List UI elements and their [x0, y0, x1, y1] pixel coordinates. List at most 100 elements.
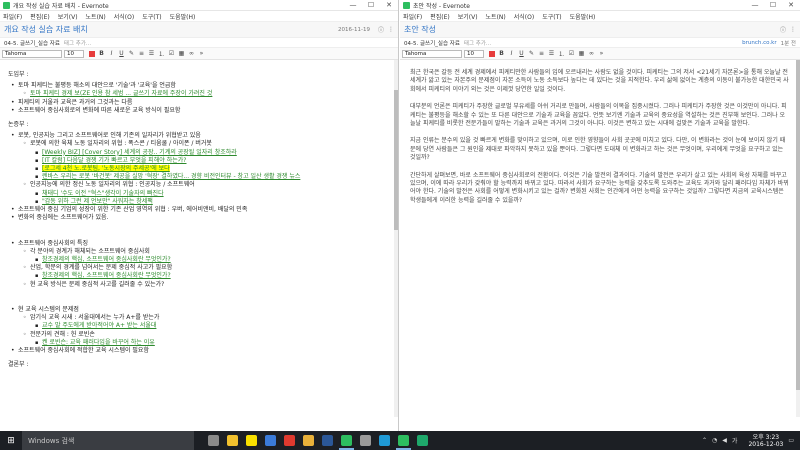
scroll-thumb[interactable] [796, 60, 800, 390]
bold-icon[interactable]: B [497, 49, 506, 58]
outline-link[interactable]: [IT 칼럼] 다음달 경쟁 기가 빠르고 부엇을 피해야 하는가? [42, 157, 186, 164]
font-size-select[interactable]: 10 [64, 49, 84, 58]
font-family-select[interactable]: Tahoma [402, 49, 462, 58]
menu-item[interactable]: 서식(O) [114, 12, 134, 21]
menu-item[interactable]: 노트(N) [86, 12, 106, 21]
windows-start-icon[interactable]: ⊞ [0, 431, 22, 450]
tag-input[interactable]: 태그 추가... [64, 39, 394, 47]
bullet-list-icon[interactable]: ☰ [147, 49, 156, 58]
info-icon[interactable]: ⓘ [780, 25, 786, 34]
outline-text: 소프트웨어 중심 기업의 성장이 위한 기존 산업 영역의 위협 : 우버, 에… [18, 206, 248, 214]
menu-item[interactable]: 보기(V) [458, 12, 478, 21]
text-color-icon[interactable] [487, 49, 496, 58]
chevron-up-icon[interactable]: ⌃ [702, 437, 707, 444]
search-box[interactable]: Windows 검색 [22, 431, 194, 450]
network-icon[interactable]: ◔ [712, 437, 717, 444]
maximize-icon[interactable]: ☐ [764, 0, 782, 11]
outline-item: "감동 위하 그런 제 언보만" 사워자는 창세팩 [8, 198, 390, 206]
title-bar[interactable]: 초안 작성 - Evernote — ☐ ✕ [400, 0, 800, 11]
menu-item[interactable]: 파일(F) [3, 12, 22, 21]
music-taskbar-icon[interactable] [280, 431, 299, 450]
align-icon[interactable]: ≡ [137, 49, 146, 58]
table-icon[interactable]: ▦ [177, 49, 186, 58]
italic-icon[interactable]: I [507, 49, 516, 58]
task-view-taskbar-icon[interactable] [204, 431, 223, 450]
info-icon[interactable]: ⓘ [378, 25, 384, 34]
menu-item[interactable]: 파일(F) [403, 12, 422, 21]
font-size-select[interactable]: 10 [464, 49, 484, 58]
notebook-selector[interactable]: 04-5. 글쓰기_실습 자료 [4, 39, 60, 47]
menu-item[interactable]: 편집(E) [30, 12, 50, 21]
notebook-selector[interactable]: 04-5. 글쓰기_실습 자료 [404, 39, 460, 47]
menu-item[interactable]: 노트(N) [486, 12, 506, 21]
notification-icon[interactable]: ▭ [788, 437, 794, 444]
more-icon[interactable]: ⋮ [388, 26, 394, 33]
outline-link[interactable]: [로그세 4천 노.로봇팀, '노동시장의 주세공'에 보다 [42, 165, 170, 173]
checkbox-icon[interactable]: ☑ [567, 49, 576, 58]
note-body-right[interactable]: 최근 한국은 갈등 전 세계 경제에서 피케티만한 사람들의 입에 오르내리는 … [400, 60, 800, 417]
menu-item[interactable]: 서식(O) [514, 12, 534, 21]
align-icon[interactable]: ≡ [537, 49, 546, 58]
table-icon[interactable]: ▦ [577, 49, 586, 58]
source-url-link[interactable]: brunch.co.kr [742, 40, 776, 46]
note-title[interactable]: 초안 작성 [404, 24, 776, 35]
outline-link[interactable]: "감동 위하 그런 제 언보만" 사워자는 창세팩 [42, 198, 153, 205]
bold-icon[interactable]: B [97, 49, 106, 58]
camtasia-taskbar-icon[interactable] [413, 431, 432, 450]
chrome-taskbar-icon[interactable] [299, 431, 318, 450]
menu-item[interactable]: 도움말(H) [570, 12, 596, 21]
text-color-icon[interactable] [87, 49, 96, 58]
menu-item[interactable]: 편집(E) [430, 12, 450, 21]
outline-link[interactable]: 토마 피케티 경제 보(ZE 인용 참 세범 ... 글쓰기 자료에 주장이 가… [30, 90, 212, 97]
outline-link[interactable]: [Weekly BIZ] [Cover Story] 세계의 공장.. 기계의 … [42, 149, 237, 156]
outline-link[interactable]: 교수 말 주도에게 받아적어야 A+ 받는 서울대 [42, 322, 156, 329]
note-title[interactable]: 개요 작성 실습 자료 배치 [4, 24, 338, 35]
outline-link[interactable]: 채태디 '수도 이전 "혁스"생각이 기술자의 빠진다 [42, 190, 164, 197]
more-icon[interactable]: ⋮ [790, 26, 796, 33]
close-icon[interactable]: ✕ [782, 0, 800, 11]
numbered-list-icon[interactable]: ⒈ [557, 49, 566, 58]
maximize-icon[interactable]: ☐ [362, 0, 380, 11]
scrollbar[interactable] [394, 60, 398, 417]
photos-taskbar-icon[interactable] [375, 431, 394, 450]
word-taskbar-icon[interactable] [318, 431, 337, 450]
outline-link[interactable]: 렌바스 우리는 로봇 '바건봇' 제공을 실망 '혁장' 결하였다... 경향 … [42, 173, 300, 180]
kakaotalk-taskbar-icon[interactable] [242, 431, 261, 450]
more-format-icon[interactable]: » [197, 49, 206, 58]
ime-icon[interactable]: 가 [732, 436, 738, 445]
minimize-icon[interactable]: — [344, 0, 362, 11]
link-icon[interactable]: ∞ [187, 49, 196, 58]
minimize-icon[interactable]: — [746, 0, 764, 11]
link-icon[interactable]: ∞ [587, 49, 596, 58]
evernote-1-taskbar-icon[interactable] [337, 431, 356, 450]
underline-icon[interactable]: U [517, 49, 526, 58]
font-family-select[interactable]: Tahoma [2, 49, 62, 58]
italic-icon[interactable]: I [107, 49, 116, 58]
checkbox-icon[interactable]: ☑ [167, 49, 176, 58]
highlight-icon[interactable]: ✎ [527, 49, 536, 58]
tag-input[interactable]: 태그 추가... [464, 39, 742, 47]
scroll-thumb[interactable] [394, 90, 398, 230]
store-taskbar-icon[interactable] [261, 431, 280, 450]
evernote-2-taskbar-icon[interactable] [394, 431, 413, 450]
menu-item[interactable]: 보기(V) [58, 12, 78, 21]
clock[interactable]: 오후 3:23 2016-12-03 [743, 434, 783, 448]
explorer-taskbar-icon[interactable] [223, 431, 242, 450]
bullet-list-icon[interactable]: ☰ [547, 49, 556, 58]
notepad-taskbar-icon[interactable] [356, 431, 375, 450]
outline-link[interactable]: 창조경제의 핵심, 소프트웨어 중심사회란 무엇인가? [42, 272, 171, 279]
title-bar[interactable]: 개요 작성 실습 자료 배치 - Evernote — ☐ ✕ [0, 0, 398, 11]
note-body-left[interactable]: 도입부 : 토마 피케티는 불평등 해소의 대안으로 '기술'과 '교육'을 언급… [0, 60, 398, 417]
volume-icon[interactable]: ◀ [722, 437, 727, 444]
menu-item[interactable]: 도구(T) [142, 12, 161, 21]
underline-icon[interactable]: U [117, 49, 126, 58]
numbered-list-icon[interactable]: ⒈ [157, 49, 166, 58]
scrollbar[interactable] [796, 60, 800, 417]
outline-link[interactable]: 켄 로빈슨: 교육 패러다임을 바꾸어 하는 이유 [42, 339, 155, 346]
menu-item[interactable]: 도움말(H) [170, 12, 196, 21]
highlight-icon[interactable]: ✎ [127, 49, 136, 58]
outline-link[interactable]: 창조경제의 핵심, 소프트웨어 중심사회란 무엇인가? [42, 256, 171, 263]
menu-item[interactable]: 도구(T) [542, 12, 561, 21]
close-icon[interactable]: ✕ [380, 0, 398, 11]
more-format-icon[interactable]: » [597, 49, 606, 58]
